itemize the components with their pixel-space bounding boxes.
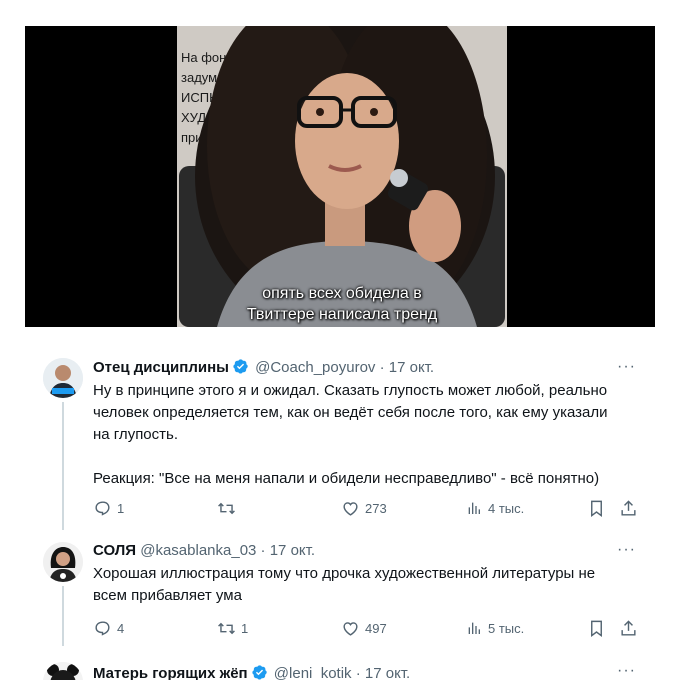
reply-count: 4 xyxy=(117,620,125,636)
user-handle[interactable]: @kasablanka_03 xyxy=(140,542,256,559)
video-caption-line-2: Твиттере написала тренд xyxy=(246,306,438,323)
more-options-icon[interactable]: ··· xyxy=(617,662,636,680)
tweet-date[interactable]: 17 окт. xyxy=(389,359,434,376)
like-button[interactable]: 497 xyxy=(341,618,387,638)
bookmark-button[interactable] xyxy=(587,498,606,518)
user-handle[interactable]: @Coach_poyurov xyxy=(255,359,375,376)
like-button[interactable]: 273 xyxy=(341,498,387,518)
avatar[interactable] xyxy=(43,358,83,398)
retweet-button[interactable] xyxy=(217,498,241,518)
share-icon xyxy=(621,499,636,516)
verified-badge-icon xyxy=(251,664,268,680)
view-count: 4 тыс. xyxy=(488,500,525,516)
views-icon xyxy=(468,502,480,514)
separator: · xyxy=(260,542,266,559)
view-count: 5 тыс. xyxy=(488,620,525,636)
retweet-icon xyxy=(218,502,235,514)
avatar[interactable] xyxy=(43,542,83,582)
avatar[interactable] xyxy=(43,662,83,680)
reply-count: 1 xyxy=(117,500,125,516)
like-count: 497 xyxy=(365,620,387,636)
heart-icon xyxy=(343,501,358,516)
retweet-icon xyxy=(218,622,235,634)
reply-icon xyxy=(95,500,110,516)
tweet-header: Отец дисциплины @Coach_poyurov · 17 окт. xyxy=(93,358,640,378)
retweet-count: 1 xyxy=(241,620,249,636)
bookmark-button[interactable] xyxy=(587,618,606,638)
user-handle[interactable]: @leni_kotik xyxy=(274,665,352,680)
more-options-icon[interactable]: ··· xyxy=(617,541,636,559)
like-count: 273 xyxy=(365,500,387,516)
display-name[interactable]: СОЛЯ xyxy=(93,542,136,559)
thread-line xyxy=(62,402,64,530)
tweet-header: СОЛЯ @kasablanka_03 · 17 окт. xyxy=(93,541,640,561)
separator: · xyxy=(379,359,385,376)
share-button[interactable] xyxy=(619,498,638,518)
tweet-text: Хорошая иллюстрация тому что дрочка худо… xyxy=(93,565,596,604)
reply-button[interactable]: 4 xyxy=(93,618,124,638)
views-icon xyxy=(468,622,480,634)
tweet-date[interactable]: 17 окт. xyxy=(270,542,315,559)
video-caption-line-1: опять всех обидела в xyxy=(262,285,422,302)
display-name[interactable]: Матерь горящих жёп xyxy=(93,665,248,680)
thread-line xyxy=(62,586,64,646)
embedded-video[interactable]: На фоне подр екции задумалась ИСПЫТЫ ХУД… xyxy=(25,26,655,327)
reply-button[interactable]: 1 xyxy=(93,498,124,518)
reply-icon xyxy=(95,620,110,636)
verified-badge-icon xyxy=(232,358,249,375)
retweet-button[interactable]: 1 xyxy=(217,618,248,638)
more-options-icon[interactable]: ··· xyxy=(617,358,636,376)
video-frame: На фоне подр екции задумалась ИСПЫТЫ ХУД… xyxy=(177,26,507,327)
views-button[interactable]: 4 тыс. xyxy=(466,498,524,518)
heart-icon xyxy=(343,621,358,636)
bookmark-icon xyxy=(591,500,602,517)
tweet-actions: 4 1 497 5 тыс. xyxy=(93,618,640,638)
tweet-header: Матерь горящих жёп @leni_kotik · 17 окт. xyxy=(93,664,640,680)
separator: · xyxy=(355,665,361,680)
person-video-still xyxy=(179,26,505,327)
bookmark-icon xyxy=(591,620,602,637)
tweet-text: Ну в принципе этого я и ожидал. Сказать … xyxy=(93,382,608,487)
tweet-actions: 1 273 4 тыс. xyxy=(93,498,640,518)
tweet-date[interactable]: 17 окт. xyxy=(365,665,410,680)
views-button[interactable]: 5 тыс. xyxy=(466,618,524,638)
display-name[interactable]: Отец дисциплины xyxy=(93,359,229,376)
share-icon xyxy=(621,619,636,636)
share-button[interactable] xyxy=(619,618,638,638)
